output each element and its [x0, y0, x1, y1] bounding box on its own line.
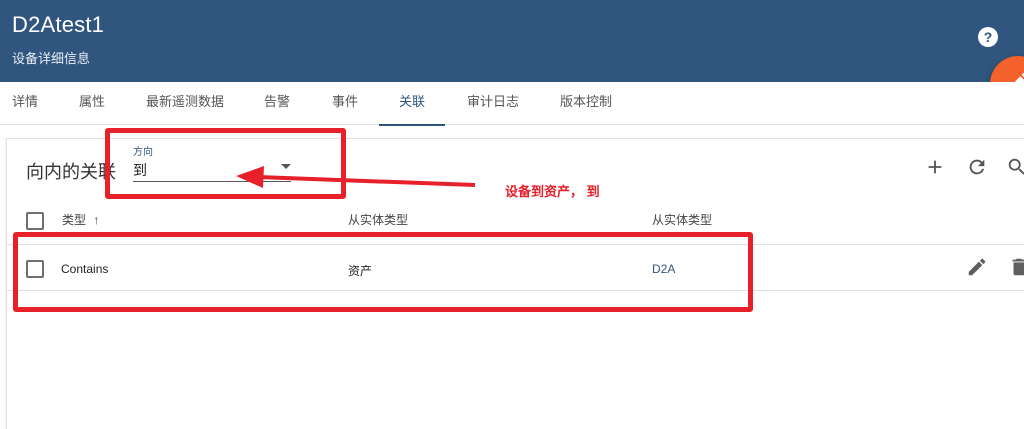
tab-details[interactable]: 详情	[12, 82, 38, 124]
tab-alarms[interactable]: 告警	[264, 82, 290, 124]
plus-icon[interactable]	[924, 156, 946, 178]
annotation-row-box	[13, 232, 753, 312]
device-subtitle: 设备详细信息	[12, 51, 91, 66]
edit-row-icon[interactable]	[966, 256, 988, 278]
refresh-icon[interactable]	[966, 156, 988, 178]
sort-arrow-icon: ↑	[93, 213, 100, 227]
column-from-entity-name-header[interactable]: 从实体类型	[652, 211, 712, 228]
column-type-label: 类型	[62, 213, 87, 227]
column-type-header[interactable]: 类型 ↑	[62, 211, 99, 228]
page-header: D2Atest1 设备详细信息 ?	[0, 0, 1024, 82]
tab-bar: 详情 属性 最新遥测数据 告警 事件 关联 审计日志 版本控制	[0, 82, 1024, 126]
annotation-text: 设备到资产， 到	[505, 184, 600, 199]
select-all-checkbox[interactable]	[26, 212, 44, 230]
tab-attributes[interactable]: 属性	[79, 82, 105, 124]
tab-events[interactable]: 事件	[332, 82, 358, 124]
device-title: D2Atest1	[12, 12, 105, 37]
search-icon[interactable]	[1006, 156, 1024, 178]
delete-row-icon[interactable]	[1008, 256, 1024, 278]
tab-relations[interactable]: 关联	[379, 82, 445, 126]
tab-latest-telemetry[interactable]: 最新遥测数据	[146, 82, 224, 124]
column-from-entity-type-header[interactable]: 从实体类型	[348, 211, 408, 228]
tab-version-control[interactable]: 版本控制	[560, 82, 612, 124]
help-icon[interactable]: ?	[978, 27, 998, 47]
relations-title: 向内的关联	[26, 162, 116, 182]
annotation-arrow-icon	[236, 166, 476, 188]
tab-audit-logs[interactable]: 审计日志	[467, 82, 519, 124]
